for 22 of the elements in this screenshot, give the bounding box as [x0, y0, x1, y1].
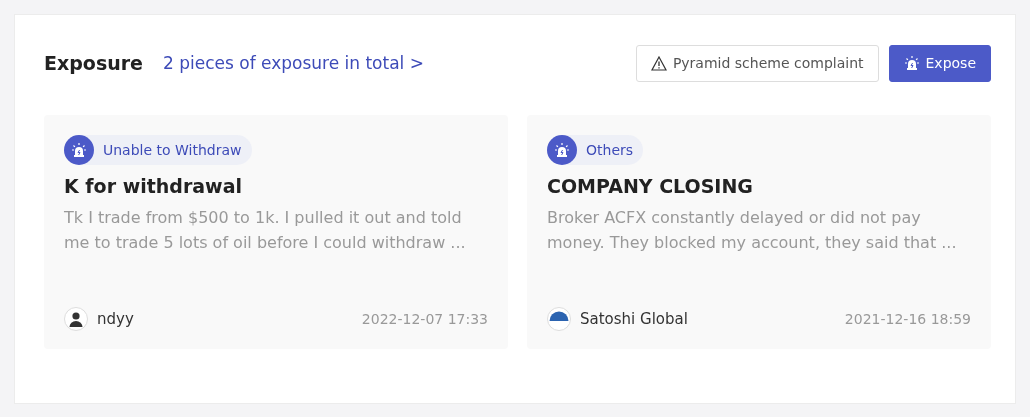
card-title[interactable]: K for withdrawal	[64, 175, 488, 197]
siren-icon	[554, 142, 570, 158]
siren-icon	[903, 55, 920, 71]
logo-icon	[547, 307, 571, 331]
card-excerpt: Broker ACFX constantly delayed or did not pay money. They blocked my account, they said that ...	[547, 207, 958, 254]
post-time: 2021-12-16 18:59	[844, 311, 971, 327]
total-link[interactable]: 2 pieces of exposure in total >	[163, 53, 424, 73]
complaint-button[interactable]: Pyramid scheme complaint	[635, 44, 879, 82]
report-card[interactable]: Others COMPANY CLOSING Broker ACFX constantly delayed or did not pay money. They blocked my account, they said that ... Satoshi Global 2021-12-16 18:59	[527, 115, 991, 349]
post-time: 2022-12-07 17:33	[361, 311, 488, 327]
category-tag[interactable]: Others	[547, 135, 644, 165]
category-tag[interactable]: Unable to Withdraw	[64, 135, 252, 165]
warning-icon	[650, 55, 667, 71]
report-card[interactable]: Unable to Withdraw K for withdrawal Tk I trade from $500 to 1k. I pulled it out and told me to trade 5 lots of oil before I could withdraw ... ndyy 2022-12-07 17:33	[44, 115, 508, 349]
section-title: Exposure	[44, 52, 143, 74]
avatar-icon	[64, 307, 88, 331]
card-title[interactable]: COMPANY CLOSING	[547, 175, 971, 197]
author-name: ndyy	[97, 310, 134, 328]
author-name: Satoshi Global	[580, 310, 688, 328]
card-excerpt: Tk I trade from $500 to 1k. I pulled it out and told me to trade 5 lots of oil before I could withdraw ...	[64, 207, 467, 254]
expose-button[interactable]: Expose	[888, 44, 991, 82]
siren-icon	[71, 142, 87, 158]
